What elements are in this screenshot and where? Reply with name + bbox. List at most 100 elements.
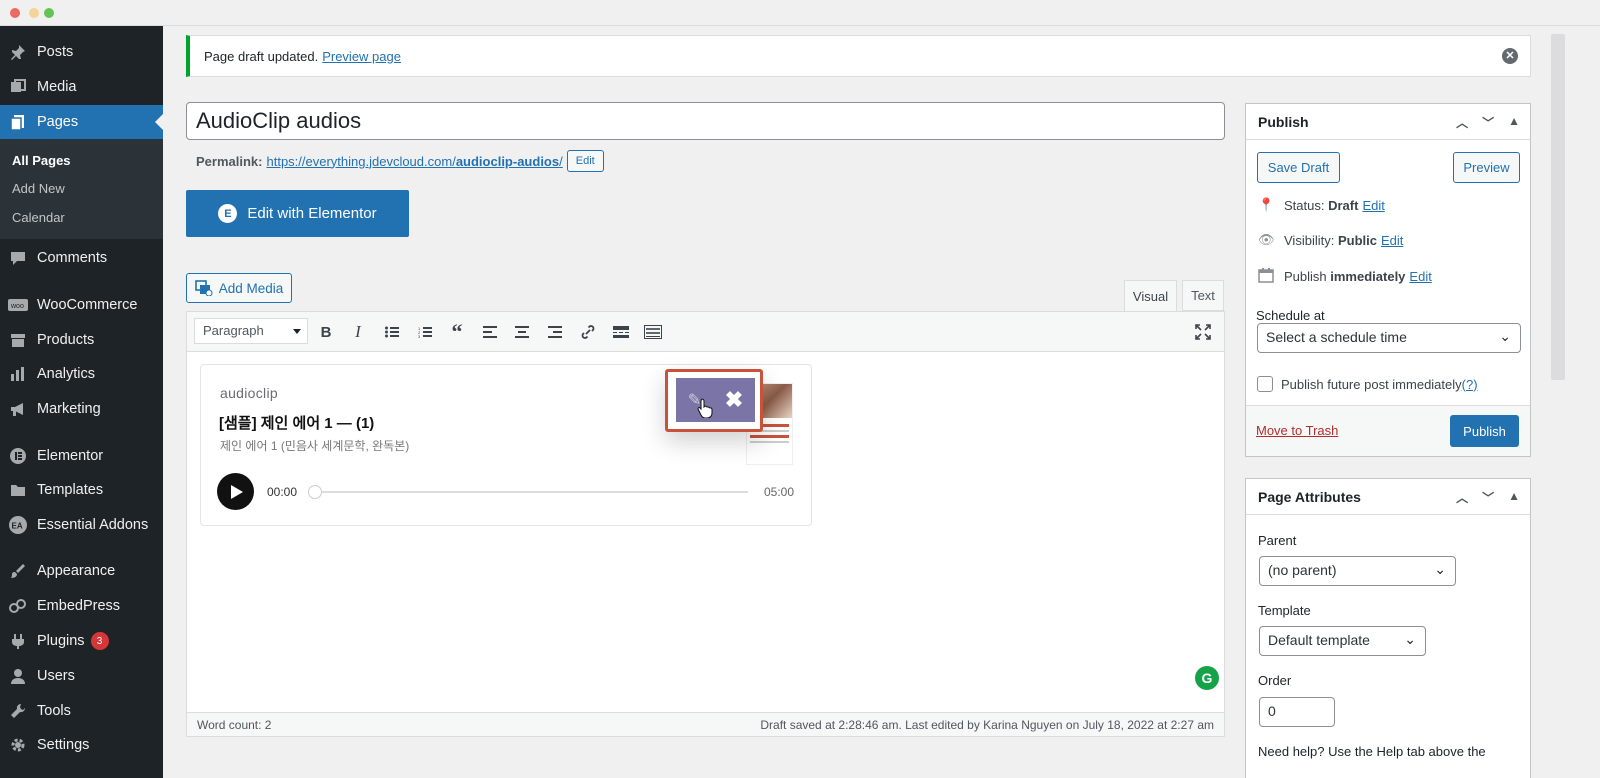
italic-icon[interactable]: I: [347, 321, 369, 343]
chevron-down-icon: ⌄: [1499, 328, 1511, 344]
sidebar-item-pages[interactable]: Pages: [0, 105, 163, 139]
align-left-icon[interactable]: [479, 321, 501, 343]
preview-button[interactable]: Preview: [1453, 152, 1520, 183]
template-select[interactable]: Default template ⌄: [1259, 626, 1426, 656]
add-media-label: Add Media: [218, 280, 284, 296]
edit-publish-time-link[interactable]: Edit: [1409, 269, 1431, 284]
audioclip-embed[interactable]: audioclip [샘플] 제인 에어 1 — (1) 제인 에어 1 (민음…: [200, 364, 812, 526]
collapse-toggle-icon[interactable]: ▲: [1508, 114, 1520, 131]
save-draft-button[interactable]: Save Draft: [1257, 152, 1340, 183]
collapse-toggle-icon[interactable]: ▲: [1508, 489, 1520, 506]
publish-button[interactable]: Publish: [1450, 415, 1519, 447]
hand-cursor-icon: [697, 398, 713, 418]
dismiss-notice-icon[interactable]: ✕: [1502, 48, 1518, 64]
align-center-icon[interactable]: [511, 321, 533, 343]
tab-text[interactable]: Text: [1182, 280, 1224, 311]
toolbar-toggle-icon[interactable]: [642, 321, 664, 343]
move-down-icon[interactable]: ﹀: [1482, 114, 1494, 131]
sidebar-item-products[interactable]: Products: [0, 323, 163, 357]
media-icon: [8, 77, 28, 97]
publish-box-header: Publish ︿ ﹀ ▲: [1246, 104, 1530, 140]
visibility-value: Public: [1337, 232, 1377, 248]
maximize-window-dot[interactable]: [44, 8, 54, 18]
format-select[interactable]: Paragraph: [194, 318, 308, 344]
sidebar-item-media[interactable]: Media: [0, 70, 163, 104]
audioclip-subtitle: 제인 에어 1 (민음사 세계문학, 완독본): [220, 439, 410, 453]
move-up-icon[interactable]: ︿: [1456, 489, 1468, 506]
bullet-list-icon[interactable]: [381, 321, 403, 343]
align-right-icon[interactable]: [544, 321, 566, 343]
autosave-status: Draft saved at 2:28:46 am. Last edited b…: [760, 717, 1214, 732]
close-window-dot[interactable]: [10, 8, 20, 18]
sidebar-item-settings[interactable]: Settings: [0, 728, 163, 762]
sidebar-item-embedpress[interactable]: EmbedPress: [0, 589, 163, 623]
attributes-help-text: Need help? Use the Help tab above the: [1258, 744, 1486, 759]
move-up-icon[interactable]: ︿: [1456, 114, 1468, 131]
parent-select[interactable]: (no parent) ⌄: [1259, 556, 1456, 586]
elementor-icon: E: [218, 204, 238, 223]
submenu-add-new[interactable]: Add New: [12, 181, 65, 196]
order-input[interactable]: 0: [1259, 697, 1335, 727]
schedule-select[interactable]: Select a schedule time ⌄: [1257, 323, 1521, 353]
edit-with-elementor-button[interactable]: E Edit with Elementor: [186, 190, 409, 237]
plugins-update-badge: 3: [90, 632, 109, 650]
folder-icon: [8, 480, 28, 500]
move-down-icon[interactable]: ﹀: [1482, 489, 1494, 506]
sidebar-item-label: Users: [37, 668, 75, 684]
add-media-button[interactable]: Add Media: [186, 273, 292, 303]
sidebar-item-marketing[interactable]: Marketing: [0, 392, 163, 426]
permalink-link[interactable]: https://everything.jdevcloud.com/audiocl…: [266, 154, 562, 169]
submenu-all-pages[interactable]: All Pages: [12, 153, 71, 168]
permalink-label: Permalink:: [196, 153, 263, 169]
play-button[interactable]: [217, 473, 254, 510]
elementor-icon: [8, 446, 28, 466]
future-post-checkbox[interactable]: [1257, 376, 1273, 392]
audio-progress-track[interactable]: [308, 485, 748, 499]
move-to-trash-link[interactable]: Move to Trash: [1256, 423, 1338, 438]
sidebar-item-plugins[interactable]: Plugins 3: [0, 624, 163, 658]
sidebar-item-essential-addons[interactable]: EA Essential Addons: [0, 508, 163, 542]
sidebar-item-label: Appearance: [37, 563, 116, 579]
scrollbar-thumb[interactable]: [1551, 34, 1565, 380]
blockquote-icon[interactable]: “: [446, 319, 468, 344]
sidebar-item-woocommerce[interactable]: woo WooCommerce: [0, 288, 163, 322]
preview-page-link[interactable]: Preview page: [322, 49, 401, 64]
audio-progress-thumb[interactable]: [308, 485, 322, 499]
sidebar-item-appearance[interactable]: Appearance: [0, 554, 163, 588]
sidebar-item-elementor[interactable]: Elementor: [0, 439, 163, 473]
publish-time-value: immediately: [1330, 269, 1406, 284]
submenu-calendar[interactable]: Calendar: [12, 210, 65, 225]
sidebar-item-templates[interactable]: Templates: [0, 473, 163, 507]
fullscreen-icon[interactable]: [1192, 321, 1214, 343]
edit-permalink-button[interactable]: Edit: [566, 150, 604, 172]
minimize-window-dot[interactable]: [29, 8, 39, 18]
wrench-icon: [8, 701, 28, 721]
link-icon[interactable]: [577, 321, 599, 343]
sidebar-item-analytics[interactable]: Analytics: [0, 357, 163, 391]
sidebar-item-users[interactable]: Users: [0, 659, 163, 693]
sidebar-item-posts[interactable]: Posts: [0, 35, 163, 69]
editor-content[interactable]: audioclip [샘플] 제인 에어 1 — (1) 제인 에어 1 (민음…: [187, 352, 1224, 712]
remove-embed-icon[interactable]: ✖: [725, 387, 743, 413]
future-post-row: Publish future post immediately (?): [1257, 376, 1478, 392]
grammarly-icon[interactable]: G: [1195, 666, 1219, 690]
edit-status-link[interactable]: Edit: [1362, 198, 1384, 213]
user-icon: [8, 666, 28, 686]
page-scrollbar[interactable]: [1551, 34, 1565, 384]
bold-icon[interactable]: B: [315, 321, 337, 343]
edit-visibility-link[interactable]: Edit: [1381, 233, 1403, 248]
read-more-icon[interactable]: [610, 321, 632, 343]
sidebar-item-tools[interactable]: Tools: [0, 694, 163, 728]
publish-time-row: Publish immediately Edit: [1258, 267, 1432, 286]
numbered-list-icon[interactable]: 123: [414, 321, 436, 343]
sidebar-item-label: Tools: [37, 703, 71, 719]
page-title-input[interactable]: AudioClip audios: [186, 102, 1225, 140]
sidebar-item-label: Products: [37, 332, 95, 348]
megaphone-icon: [8, 399, 28, 419]
classic-editor: Paragraph B I 123 “ audioclip [샘플] 제인 에어…: [186, 311, 1225, 737]
notice-text: Page draft updated.: [204, 48, 319, 64]
permalink-row: Permalink: https://everything.jdevcloud.…: [196, 150, 604, 172]
sidebar-item-comments[interactable]: Comments: [0, 241, 163, 275]
help-link[interactable]: (?): [1462, 377, 1478, 392]
tab-visual[interactable]: Visual: [1124, 280, 1177, 311]
